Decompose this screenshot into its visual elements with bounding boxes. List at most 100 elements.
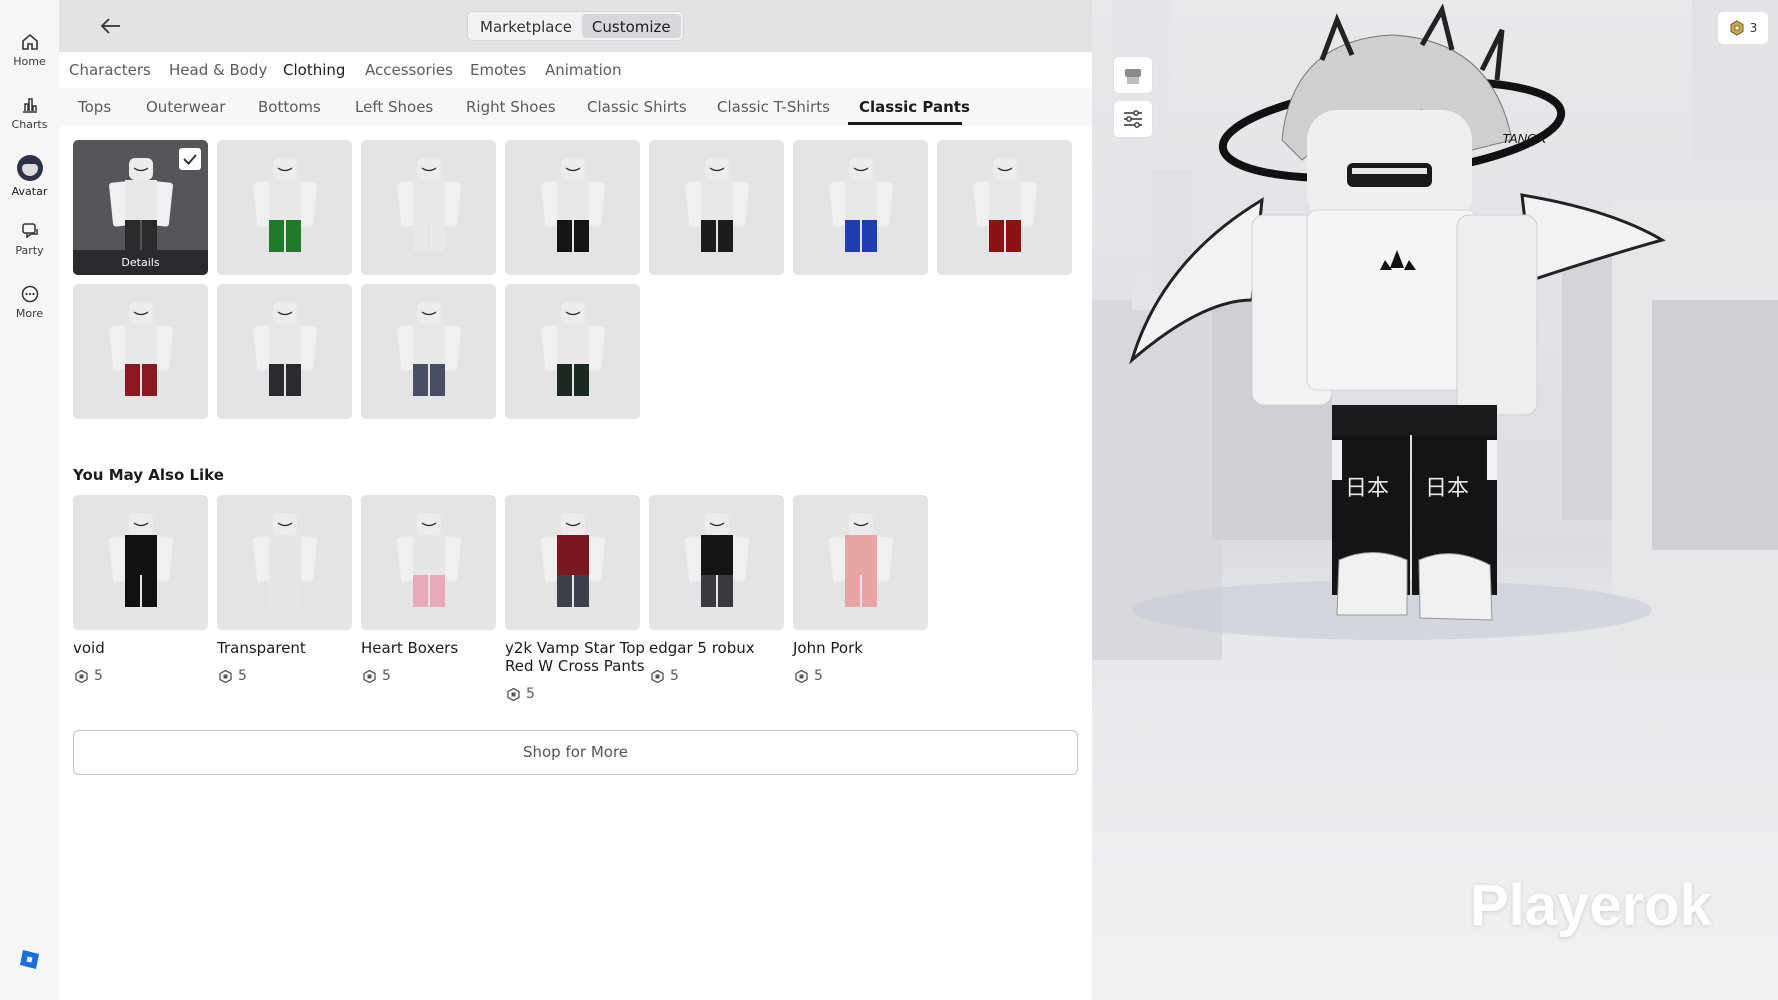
avatar-thumbnail-icon bbox=[397, 158, 461, 252]
recommended-item-name[interactable]: Transparent bbox=[217, 639, 357, 657]
party-icon bbox=[21, 223, 38, 239]
recommended-item-name[interactable]: y2k Vamp Star Top Red W Cross Pants bbox=[505, 639, 645, 675]
recommended-item-tile[interactable] bbox=[361, 495, 496, 630]
recommended-item-price: 5 bbox=[795, 668, 823, 684]
subtab-tops[interactable]: Tops bbox=[78, 98, 111, 116]
svg-text:日本: 日本 bbox=[1345, 476, 1389, 501]
avatar-thumbnail-icon bbox=[829, 513, 893, 607]
avatar-thumbnail-icon bbox=[829, 158, 893, 252]
tab-clothing[interactable]: Clothing bbox=[283, 61, 345, 79]
avatar-thumbnail-icon bbox=[541, 158, 605, 252]
robux-icon bbox=[219, 669, 232, 683]
avatar-thumbnail-icon bbox=[685, 158, 749, 252]
nav-more[interactable]: More bbox=[0, 284, 59, 320]
owned-item-tile[interactable] bbox=[649, 140, 784, 275]
owned-item-tile[interactable] bbox=[361, 140, 496, 275]
recommended-item-price: 5 bbox=[651, 668, 679, 684]
price-value: 5 bbox=[238, 668, 247, 684]
robux-count: 3 bbox=[1749, 21, 1758, 35]
recommended-item-tile[interactable] bbox=[73, 495, 208, 630]
more-icon bbox=[21, 285, 38, 303]
owned-item-tile[interactable] bbox=[73, 284, 208, 419]
preview-settings-button[interactable] bbox=[1113, 100, 1153, 138]
avatar-icon bbox=[16, 155, 43, 181]
subcategory-tabs: Tops Outerwear Bottoms Left Shoes Right … bbox=[59, 88, 1092, 126]
recommended-item-price: 5 bbox=[507, 686, 535, 702]
avatar-thumbnail-icon bbox=[541, 513, 605, 607]
subtab-bottoms[interactable]: Bottoms bbox=[258, 98, 321, 116]
avatar-thumbnail-icon bbox=[397, 513, 461, 607]
avatar-thumbnail-icon bbox=[253, 513, 317, 607]
robux-icon bbox=[1730, 20, 1744, 36]
robux-balance[interactable]: 3 bbox=[1718, 12, 1768, 44]
avatar-thumbnail-icon bbox=[973, 158, 1037, 252]
price-value: 5 bbox=[382, 668, 391, 684]
recommended-item-name[interactable]: edgar 5 robux bbox=[649, 639, 789, 657]
home-icon bbox=[21, 33, 38, 50]
owned-item-tile[interactable] bbox=[361, 284, 496, 419]
price-value: 5 bbox=[526, 686, 535, 702]
tab-characters[interactable]: Characters bbox=[69, 61, 151, 79]
owned-item-tile[interactable] bbox=[505, 284, 640, 419]
nav-charts-label: Charts bbox=[11, 118, 48, 131]
tab-emotes[interactable]: Emotes bbox=[470, 61, 526, 79]
avatar-thumbnail-icon bbox=[253, 302, 317, 396]
recommended-item-price: 5 bbox=[75, 668, 103, 684]
owned-item-tile[interactable] bbox=[217, 140, 352, 275]
nav-rail: Home Charts Avatar Party More bbox=[0, 0, 59, 1000]
robux-icon bbox=[795, 669, 808, 683]
subtab-classic-shirts[interactable]: Classic Shirts bbox=[587, 98, 687, 116]
nav-party-label: Party bbox=[15, 244, 44, 257]
active-tab-indicator bbox=[848, 122, 962, 125]
sliders-icon bbox=[1124, 110, 1142, 128]
avatar-thumbnail-icon bbox=[397, 302, 461, 396]
avatar-thumbnail-icon bbox=[109, 302, 173, 396]
robux-icon bbox=[507, 687, 520, 701]
price-value: 5 bbox=[670, 668, 679, 684]
camera-view-button[interactable] bbox=[1113, 56, 1153, 94]
shop-for-more-button[interactable]: Shop for More bbox=[73, 730, 1078, 775]
tab-animation[interactable]: Animation bbox=[545, 61, 621, 79]
owned-item-tile[interactable]: Details bbox=[73, 140, 208, 275]
nav-home-label: Home bbox=[13, 55, 46, 68]
recommended-item-tile[interactable] bbox=[649, 495, 784, 630]
avatar-thumbnail-icon bbox=[253, 158, 317, 252]
subtab-classic-pants[interactable]: Classic Pants bbox=[859, 98, 970, 116]
recommended-item-name[interactable]: void bbox=[73, 639, 213, 657]
recommended-item-tile[interactable] bbox=[793, 495, 928, 630]
recommended-item-tile[interactable] bbox=[217, 495, 352, 630]
roblox-logo-icon[interactable] bbox=[19, 949, 40, 970]
avatar-thumbnail-icon bbox=[541, 302, 605, 396]
back-arrow-icon[interactable] bbox=[95, 12, 127, 40]
customize-tab[interactable]: Customize bbox=[581, 14, 681, 38]
marketplace-tab[interactable]: Marketplace bbox=[470, 14, 582, 38]
owned-item-tile[interactable] bbox=[937, 140, 1072, 275]
tab-head-body[interactable]: Head & Body bbox=[169, 61, 267, 79]
avatar-thumbnail-icon bbox=[685, 513, 749, 607]
subtab-left-shoes[interactable]: Left Shoes bbox=[355, 98, 433, 116]
nav-more-label: More bbox=[15, 307, 44, 320]
checkmark-icon[interactable] bbox=[179, 148, 201, 170]
avatar-preview[interactable]: TANQR 日本 日本 bbox=[1092, 0, 1778, 1000]
nav-party[interactable]: Party bbox=[0, 221, 59, 257]
recommended-item-name[interactable]: Heart Boxers bbox=[361, 639, 501, 657]
tab-accessories[interactable]: Accessories bbox=[365, 61, 453, 79]
subtab-outerwear[interactable]: Outerwear bbox=[146, 98, 225, 116]
nav-home[interactable]: Home bbox=[0, 32, 59, 68]
subtab-right-shoes[interactable]: Right Shoes bbox=[466, 98, 556, 116]
recommended-item-name[interactable]: John Pork bbox=[793, 639, 933, 657]
recommended-item-tile[interactable] bbox=[505, 495, 640, 630]
owned-item-tile[interactable] bbox=[505, 140, 640, 275]
recommended-item-price: 5 bbox=[363, 668, 391, 684]
mode-switch: Marketplace Customize bbox=[467, 11, 684, 41]
avatar-scene-illustration: TANQR 日本 日本 bbox=[1092, 0, 1778, 680]
subtab-classic-tshirts[interactable]: Classic T-Shirts bbox=[717, 98, 830, 116]
svg-text:TANQR: TANQR bbox=[1502, 131, 1547, 146]
top-bar: Marketplace Customize bbox=[59, 0, 1092, 52]
nav-charts[interactable]: Charts bbox=[0, 95, 59, 131]
owned-item-tile[interactable] bbox=[217, 284, 352, 419]
price-value: 5 bbox=[94, 668, 103, 684]
owned-item-tile[interactable] bbox=[793, 140, 928, 275]
nav-avatar[interactable]: Avatar bbox=[0, 155, 59, 198]
details-button[interactable]: Details bbox=[73, 250, 208, 275]
